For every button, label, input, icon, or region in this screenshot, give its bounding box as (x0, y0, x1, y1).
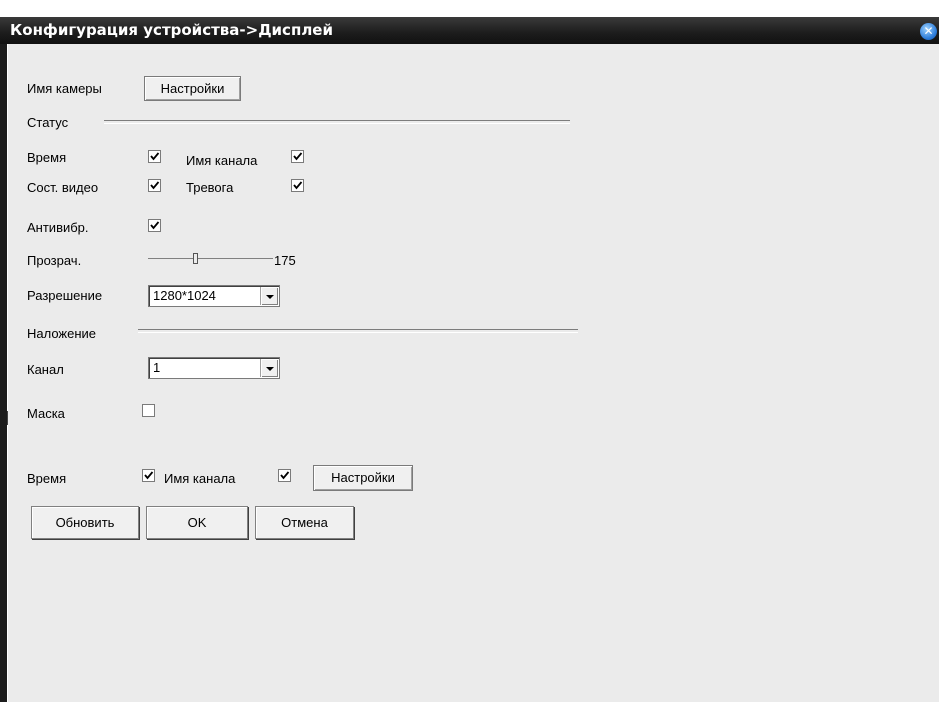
alarm-checkbox[interactable] (291, 179, 304, 192)
cancel-button[interactable]: Отмена (255, 506, 354, 539)
overlay-time-checkbox[interactable] (142, 469, 155, 482)
time-checkbox[interactable] (148, 150, 161, 163)
overlay-section-label: Наложение (27, 326, 97, 341)
antishake-checkbox[interactable] (148, 219, 161, 232)
antishake-label: Антивибр. (27, 220, 89, 235)
check-icon (293, 181, 303, 190)
transparency-label: Прозрач. (27, 253, 82, 268)
status-divider (104, 120, 570, 124)
transparency-slider-thumb[interactable] (193, 253, 198, 264)
overlay-channel-name-checkbox[interactable] (278, 469, 291, 482)
camera-name-settings-button[interactable]: Настройки (144, 76, 241, 101)
video-state-checkbox[interactable] (148, 179, 161, 192)
mask-label: Маска (27, 406, 65, 421)
resolution-select[interactable]: 1280*1024 (148, 285, 280, 307)
resolution-label: Разрешение (27, 288, 103, 303)
window-title: Конфигурация устройства->Дисплей (10, 21, 333, 39)
check-icon (150, 152, 160, 161)
overlay-divider (138, 329, 578, 333)
camera-name-label: Имя камеры (27, 81, 102, 96)
chevron-down-icon[interactable] (260, 359, 278, 377)
channel-label: Канал (27, 362, 64, 377)
check-icon (144, 471, 154, 480)
chevron-down-icon[interactable] (260, 287, 278, 305)
check-icon (280, 471, 290, 480)
refresh-button[interactable]: Обновить (31, 506, 139, 539)
display-config-window: Конфигурация устройства->Дисплей ✕ Имя к… (0, 0, 939, 702)
left-border (0, 44, 7, 702)
channel-name-label: Имя канала (186, 153, 258, 168)
overlay-settings-button[interactable]: Настройки (313, 465, 413, 491)
overlay-time-label: Время (27, 471, 67, 486)
title-bar: Конфигурация устройства->Дисплей ✕ (0, 17, 939, 44)
settings-panel: Имя камеры Настройки Статус Время Имя ка… (8, 44, 939, 702)
alarm-label: Тревога (186, 180, 234, 195)
check-icon (293, 152, 303, 161)
video-state-label: Сост. видео (27, 180, 99, 195)
check-icon (150, 181, 160, 190)
close-icon[interactable]: ✕ (920, 23, 937, 40)
transparency-slider-track[interactable] (148, 258, 273, 259)
channel-select[interactable]: 1 (148, 357, 280, 379)
mask-checkbox[interactable] (142, 404, 155, 417)
ok-button[interactable]: OK (146, 506, 248, 539)
channel-value: 1 (153, 360, 161, 375)
status-section-label: Статус (27, 115, 69, 130)
time-label: Время (27, 150, 67, 165)
overlay-channel-name-label: Имя канала (164, 471, 236, 486)
resolution-value: 1280*1024 (153, 288, 216, 303)
check-icon (150, 221, 160, 230)
channel-name-checkbox[interactable] (291, 150, 304, 163)
transparency-value: 175 (274, 253, 296, 268)
